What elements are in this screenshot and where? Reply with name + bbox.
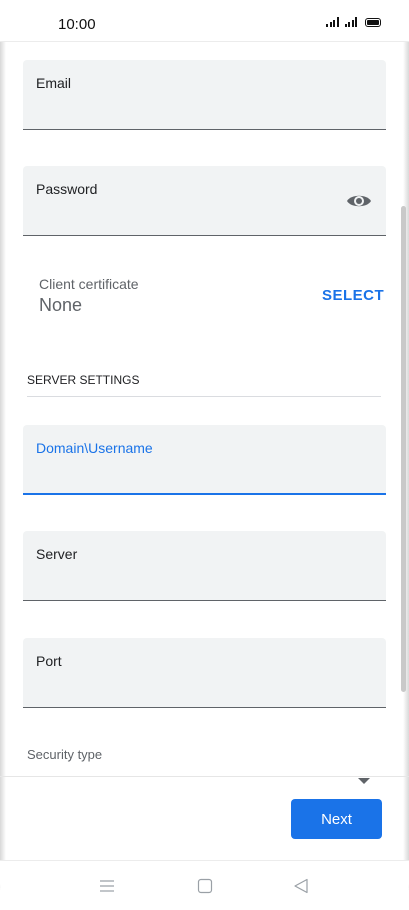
- section-divider: [27, 396, 381, 397]
- email-label: Email: [36, 75, 72, 91]
- scrollbar[interactable]: [401, 206, 406, 692]
- client-certificate-label: Client certificate: [39, 276, 139, 292]
- security-type-label: Security type: [27, 747, 103, 762]
- home-icon[interactable]: [196, 878, 214, 894]
- action-bar-divider: [0, 776, 409, 777]
- eye-icon[interactable]: [346, 192, 372, 210]
- signal-icon: [344, 17, 357, 27]
- status-time: 10:00: [58, 16, 96, 33]
- back-icon[interactable]: [292, 878, 310, 894]
- port-label: Port: [36, 653, 62, 669]
- server-settings-title: SERVER SETTINGS: [27, 373, 140, 387]
- password-label: Password: [36, 181, 98, 197]
- server-label: Server: [36, 546, 78, 562]
- navigation-bar: [0, 860, 409, 910]
- server-field[interactable]: Server: [23, 531, 386, 601]
- email-field[interactable]: Email: [23, 60, 386, 130]
- status-bar: 10:00: [0, 0, 409, 42]
- client-certificate-value: None: [39, 295, 83, 315]
- phone-screen: 10:00 Email Password Client certificate …: [0, 0, 409, 910]
- chevron-down-icon[interactable]: [358, 778, 370, 784]
- battery-icon: [365, 18, 381, 27]
- status-icons: [326, 17, 381, 27]
- domain-username-field[interactable]: Domain\Username: [23, 425, 386, 495]
- signal-icon: [326, 17, 339, 27]
- password-field[interactable]: Password: [23, 166, 386, 236]
- menu-icon[interactable]: [98, 878, 116, 894]
- screen-edge-left: [0, 30, 6, 890]
- select-certificate-button[interactable]: SELECT: [322, 287, 384, 304]
- domain-username-label: Domain\Username: [36, 440, 153, 456]
- port-field[interactable]: Port: [23, 638, 386, 708]
- next-button[interactable]: Next: [291, 799, 382, 839]
